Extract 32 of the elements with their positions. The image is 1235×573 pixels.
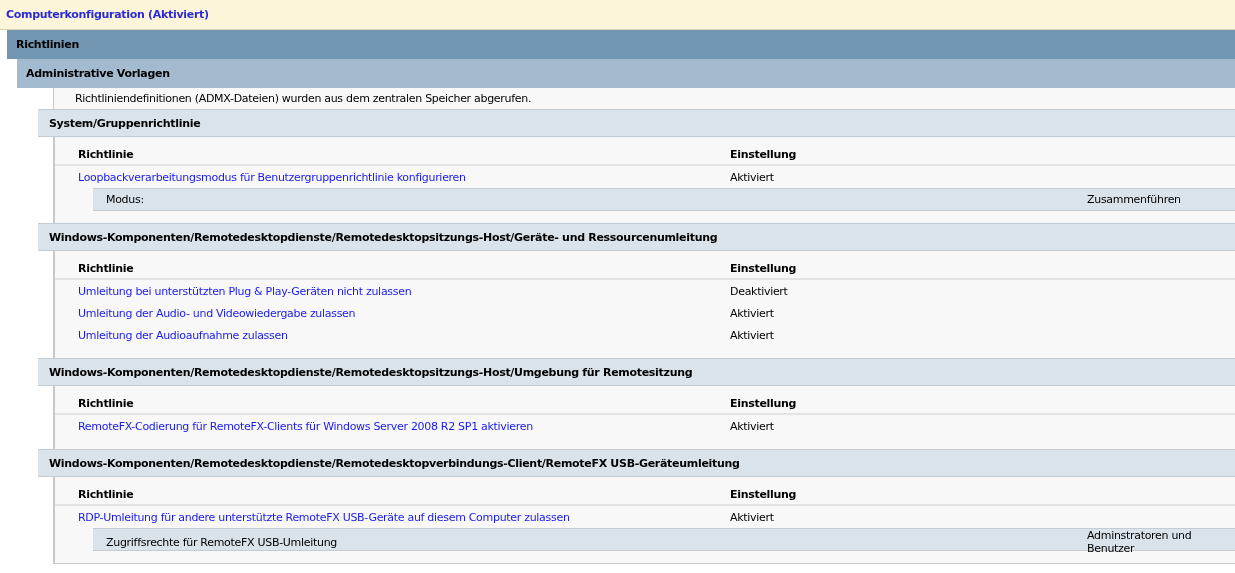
column-header: Einstellung xyxy=(730,488,798,501)
setting-value: Deaktiviert xyxy=(730,284,788,298)
section-header: Windows-Komponenten/Remotedesktopdienste/Remotedesktopsitzungs-Host/Geräte- und Ressourcenumleitung xyxy=(38,223,1235,251)
option-label: Zugriffsrechte für RemoteFX USB-Umleitung xyxy=(106,535,337,549)
column-header: Richtlinie xyxy=(78,262,135,275)
setting-value: Aktiviert xyxy=(730,510,774,524)
policy-link[interactable]: Loopbackverarbeitungsmodus für Benutzergruppenrichtlinie konfigurieren xyxy=(78,170,466,184)
section-header: Windows-Komponenten/Remotedesktopdienste/Remotedesktopsitzungs-Host/Umgebung für Remotesitzung xyxy=(38,358,1235,386)
column-header: Einstellung xyxy=(730,148,798,161)
policy-link[interactable]: RDP-Umleitung für andere unterstützte RemoteFX USB-Geräte auf diesem Computer zulassen xyxy=(78,510,570,524)
column-header: Richtlinie xyxy=(78,397,135,410)
policy-link[interactable]: Umleitung der Audioaufnahme zulassen xyxy=(78,328,288,342)
option-value: Zusammenführen xyxy=(1087,193,1181,206)
setting-value: Aktiviert xyxy=(730,328,774,342)
category-header: Administrative Vorlagen xyxy=(17,59,1235,88)
info-text: Richtliniendefinitionen (ADMX-Dateien) wurden aus dem zentralen Speicher abgerufen. xyxy=(75,92,532,105)
policy-link[interactable]: Umleitung bei unterstützten Plug & Play-Geräten nicht zulassen xyxy=(78,284,412,298)
option-value: Adminstratoren und Benutzer xyxy=(1087,529,1192,555)
option-label: Modus: xyxy=(106,193,144,206)
column-header: Einstellung xyxy=(730,262,798,275)
setting-value: Aktiviert xyxy=(730,170,774,184)
section-header: System/Gruppenrichtlinie xyxy=(38,109,1235,137)
section-title: Computerkonfiguration (Aktiviert) xyxy=(6,8,209,21)
section-header: Windows-Komponenten/Remotedesktopdienste/Remotedesktopverbindungs-Client/RemoteFX USB-Geräteumleitung xyxy=(38,449,1235,477)
setting-value: Aktiviert xyxy=(730,306,774,320)
column-header: Richtlinie xyxy=(78,148,135,161)
category-header: Richtlinien xyxy=(7,30,1235,59)
policy-link[interactable]: RemoteFX-Codierung für RemoteFX-Clients für Windows Server 2008 R2 SP1 aktivieren xyxy=(78,419,533,433)
setting-value: Aktiviert xyxy=(730,419,774,433)
column-header: Einstellung xyxy=(730,397,798,410)
policy-link[interactable]: Umleitung der Audio- und Videowiedergabe zulassen xyxy=(78,306,356,320)
column-header: Richtlinie xyxy=(78,488,135,501)
